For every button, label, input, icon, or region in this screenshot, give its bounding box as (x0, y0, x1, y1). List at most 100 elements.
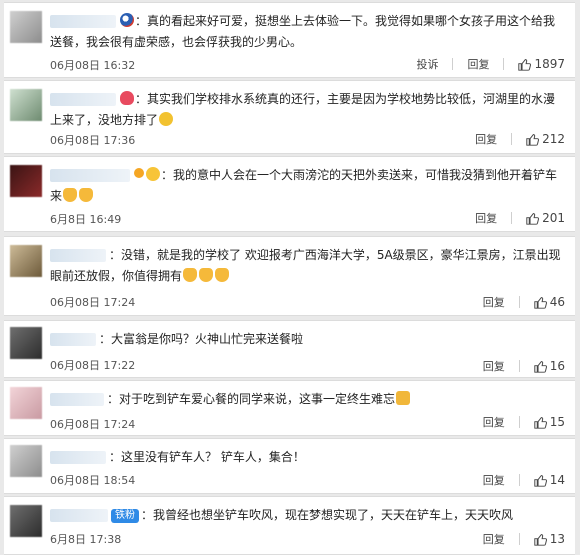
comment-card: ：真的看起来好可爱，挺想坐上去体验一下。我觉得如果哪个女孩子用这个给我送餐，我会… (4, 2, 575, 78)
comment-text: 没错，就是我的学校了 欢迎报考广西海洋大学，5A级景区，豪华江景房，江景出现眼前… (50, 248, 561, 283)
reply-button[interactable]: 回复 (483, 294, 505, 310)
comment-actions: 回复 14 (469, 472, 565, 488)
avatar[interactable] (10, 165, 42, 197)
comment-actions: 回复 16 (469, 358, 565, 374)
username[interactable] (50, 451, 106, 464)
comment-body: ：这里没有铲车人？ 铲车人，集合！ (50, 447, 567, 468)
verified-badge-icon (134, 168, 144, 178)
reply-button[interactable]: 回复 (483, 472, 505, 488)
fan-badge: 铁粉 (111, 509, 139, 523)
username[interactable] (50, 509, 108, 522)
username[interactable] (50, 93, 116, 106)
divider (518, 474, 520, 486)
like-button[interactable]: 1897 (518, 57, 565, 71)
like-button[interactable]: 15 (534, 415, 565, 429)
comment-date: 06月08日 18:54 (50, 474, 136, 487)
reply-button[interactable]: 回复 (467, 56, 489, 72)
avatar[interactable] (10, 445, 42, 477)
comment-date: 06月08日 17:22 (50, 359, 136, 372)
comment-text: 对于吃到铲车爱心餐的同学来说，这事一定终生难忘 (119, 392, 396, 406)
comment-card: ：大富翁是你吗？火神山忙完来送餐啦 06月08日 17:22 回复 16 (4, 320, 575, 378)
divider (518, 533, 520, 545)
comment-card: ：我的意中人会在一个大雨滂沱的天把外卖送来，可惜我没猜到他开着铲车来 6月8日 … (4, 156, 575, 232)
divider (511, 133, 513, 145)
avatar[interactable] (10, 327, 42, 359)
comment-actions: 回复 212 (461, 131, 565, 147)
comment-actions: 回复 46 (469, 294, 565, 310)
username[interactable] (50, 169, 130, 182)
comment-actions: 回复 201 (461, 210, 565, 226)
comment-body: ：没错，就是我的学校了 欢迎报考广西海洋大学，5A级景区，豪华江景房，江景出现眼… (50, 248, 561, 283)
thumbs-up-icon (534, 296, 547, 309)
avatar[interactable] (10, 89, 42, 121)
reply-button[interactable]: 回复 (483, 414, 505, 430)
like-count: 1897 (534, 57, 565, 71)
cat-emoji (79, 188, 94, 202)
divider (452, 58, 454, 70)
comment-date: 6月8日 16:49 (50, 213, 122, 226)
comment-text: 我曾经也想坐铲车吹风，现在梦想实现了，天天在铲车上，天天吹风 (153, 508, 514, 522)
cat-emoji (199, 268, 214, 282)
like-count: 201 (542, 211, 565, 225)
like-count: 15 (549, 415, 565, 429)
cat-emoji (63, 188, 78, 202)
comment-card: ：对于吃到铲车爱心餐的同学来说，这事一定终生难忘 06月08日 17:24 回复… (4, 380, 575, 436)
comment-date: 06月08日 17:24 (50, 296, 136, 309)
comment-actions: 回复 15 (469, 414, 565, 430)
comment-body: ：真的看起来好可爱，挺想坐上去体验一下。我觉得如果哪个女孩子用这个给我送餐，我会… (50, 13, 556, 49)
thumbs-up-emoji (396, 391, 411, 405)
comment-card: ：这里没有铲车人？ 铲车人，集合！ 06月08日 18:54 回复 14 (4, 438, 575, 494)
comment-body: ：对于吃到铲车爱心餐的同学来说，这事一定终生难忘 (50, 389, 567, 410)
thumbs-up-icon (526, 212, 540, 225)
reply-button[interactable]: 回复 (475, 210, 497, 226)
soccer-ball-emoji (120, 13, 134, 27)
comment-feed: ：真的看起来好可爱，挺想坐上去体验一下。我觉得如果哪个女孩子用这个给我送餐，我会… (0, 0, 580, 555)
like-button[interactable]: 212 (526, 132, 565, 146)
report-button[interactable]: 投诉 (416, 56, 438, 72)
username[interactable] (50, 249, 106, 262)
avatar[interactable] (10, 505, 42, 537)
reply-button[interactable]: 回复 (483, 531, 505, 547)
like-button[interactable]: 14 (534, 473, 565, 487)
avatar[interactable] (10, 11, 42, 43)
username[interactable] (50, 15, 116, 28)
username[interactable] (50, 393, 104, 406)
comment-body: 铁粉 ：我曾经也想坐铲车吹风，现在梦想实现了，天天在铲车上，天天吹风 (50, 505, 567, 526)
cat-emoji (183, 268, 198, 282)
like-count: 212 (542, 132, 565, 146)
thumbs-up-icon (518, 58, 532, 71)
thumbs-up-icon (534, 416, 547, 429)
reply-button[interactable]: 回复 (475, 131, 497, 147)
smile-emoji (146, 167, 160, 181)
divider (518, 416, 520, 428)
comment-actions: 投诉 回复 1897 (402, 56, 565, 72)
comment-actions: 回复 13 (469, 531, 565, 547)
comment-card: ：没错，就是我的学校了 欢迎报考广西海洋大学，5A级景区，豪华江景房，江景出现眼… (4, 236, 575, 316)
reply-button[interactable]: 回复 (483, 358, 505, 374)
comment-body: ：其实我们学校排水系统真的还行，主要是因为学校地势比较低，河湖里的水漫上来了，没… (50, 91, 556, 127)
thumbs-up-icon (534, 360, 547, 373)
like-count: 46 (549, 295, 565, 309)
comment-body: ：大富翁是你吗？火神山忙完来送餐啦 (50, 329, 567, 350)
like-button[interactable]: 13 (534, 532, 565, 546)
comment-body: ：我的意中人会在一个大雨滂沱的天把外卖送来，可惜我没猜到他开着铲车来 (50, 167, 558, 203)
username[interactable] (50, 333, 96, 346)
comment-date: 06月08日 17:24 (50, 418, 136, 431)
comment-date: 6月8日 17:38 (50, 533, 122, 546)
like-button[interactable]: 201 (526, 211, 565, 225)
laughing-emoji (159, 112, 174, 126)
like-button[interactable]: 16 (534, 359, 565, 373)
like-count: 16 (549, 359, 565, 373)
comment-date: 06月08日 16:32 (50, 59, 136, 72)
divider (518, 296, 520, 308)
avatar[interactable] (10, 387, 42, 419)
cat-emoji (215, 268, 230, 282)
like-button[interactable]: 46 (534, 295, 565, 309)
like-count: 14 (549, 473, 565, 487)
divider (518, 360, 520, 372)
comment-card: ：其实我们学校排水系统真的还行，主要是因为学校地势比较低，河湖里的水漫上来了，没… (4, 80, 575, 154)
comment-text: 大富翁是你吗？火神山忙完来送餐啦 (111, 332, 304, 346)
avatar[interactable] (10, 245, 42, 277)
divider (511, 212, 513, 224)
comment-card: 铁粉 ：我曾经也想坐铲车吹风，现在梦想实现了，天天在铲车上，天天吹风 6月8日 1… (4, 496, 575, 555)
